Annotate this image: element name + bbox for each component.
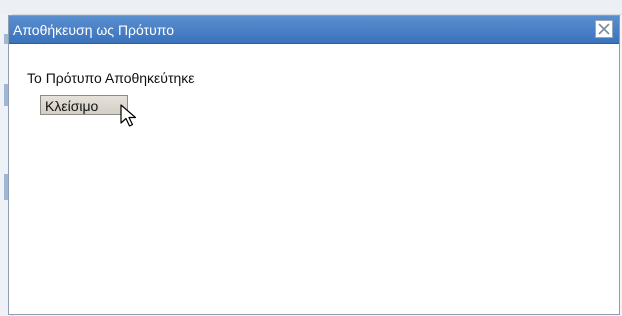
status-message: Το Πρότυπο Αποθηκεύτηκε bbox=[27, 70, 195, 86]
close-button[interactable]: Κλείσιμο bbox=[40, 95, 128, 115]
close-icon[interactable] bbox=[595, 20, 613, 38]
background-top-strip bbox=[0, 0, 622, 15]
dialog-title: Αποθήκευση ως Πρότυπο bbox=[13, 22, 175, 38]
dialog-titlebar[interactable]: Αποθήκευση ως Πρότυπο bbox=[9, 16, 619, 44]
save-as-template-dialog: Αποθήκευση ως Πρότυπο Το Πρότυπο Αποθηκε… bbox=[8, 15, 620, 315]
arrow-cursor-icon bbox=[119, 103, 141, 134]
